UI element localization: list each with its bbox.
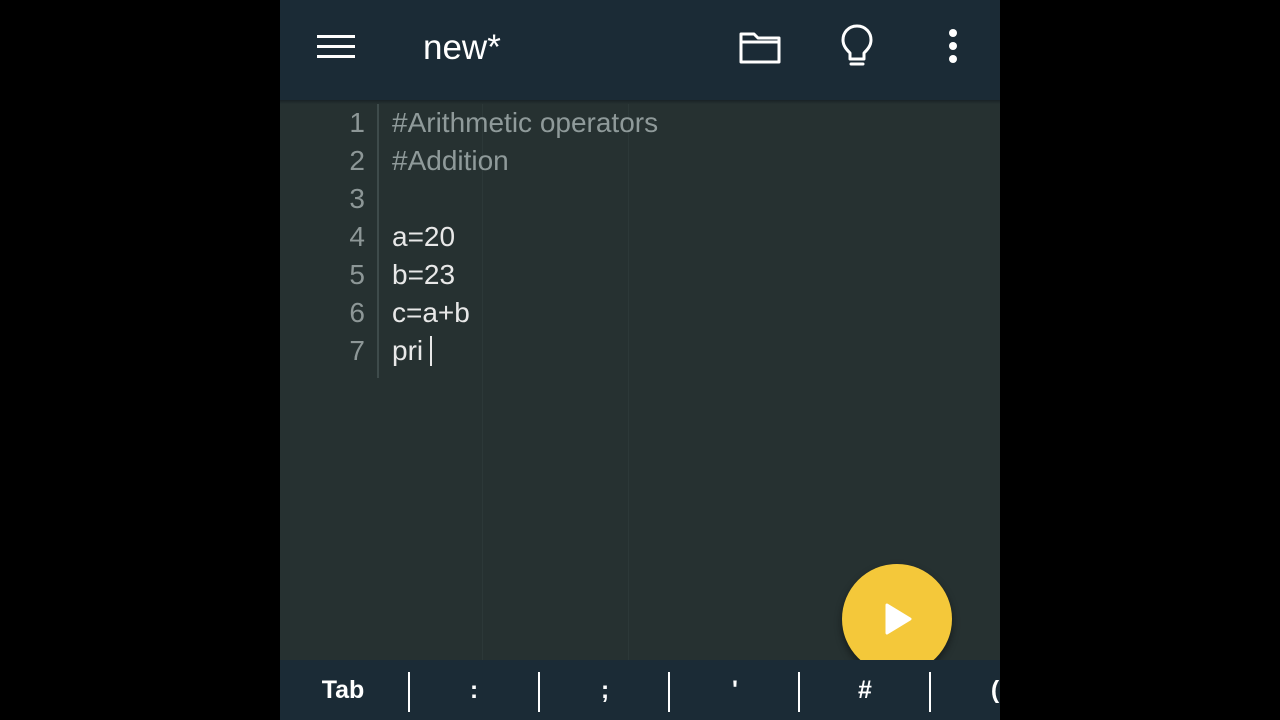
run-button[interactable]	[842, 564, 952, 674]
extra-keys-bar: Tab : ; ' # (	[280, 660, 1000, 720]
line-number: 1	[349, 107, 365, 138]
line-number: 2	[349, 145, 365, 176]
key-hash[interactable]: #	[800, 660, 930, 720]
hamburger-menu-icon[interactable]	[308, 22, 364, 72]
file-title: new*	[423, 28, 501, 67]
code-line-4[interactable]: 4 a=20	[280, 218, 1000, 256]
line-text[interactable]: #Arithmetic operators	[392, 104, 658, 142]
line-text[interactable]: pri	[392, 332, 423, 370]
line-number: 5	[349, 259, 365, 290]
code-line-1[interactable]: 1 #Arithmetic operators	[280, 104, 1000, 142]
play-icon	[885, 603, 912, 635]
line-text[interactable]: #Addition	[392, 142, 509, 180]
more-vert-icon[interactable]	[930, 18, 976, 74]
key-colon[interactable]: :	[409, 660, 539, 720]
code-line-2[interactable]: 2 #Addition	[280, 142, 1000, 180]
key-tab[interactable]: Tab	[280, 660, 408, 720]
line-number: 3	[349, 183, 365, 214]
code-line-7[interactable]: 7 pri	[280, 332, 1000, 370]
line-number: 6	[349, 297, 365, 328]
line-text[interactable]: b=23	[392, 256, 455, 294]
lightbulb-icon[interactable]	[828, 18, 886, 74]
line-text[interactable]: c=a+b	[392, 294, 470, 332]
app-bar: new*	[280, 0, 1000, 100]
code-line-3[interactable]: 3	[280, 180, 1000, 218]
key-open-paren[interactable]: (	[930, 660, 1000, 720]
phone-screen: new* 1 #Arithmetic operators 2 #Addition…	[280, 0, 1000, 720]
line-number: 4	[349, 221, 365, 252]
line-number: 7	[349, 335, 365, 366]
code-line-6[interactable]: 6 c=a+b	[280, 294, 1000, 332]
key-semicolon[interactable]: ;	[540, 660, 670, 720]
folder-icon[interactable]	[730, 22, 790, 72]
line-text[interactable]: a=20	[392, 218, 455, 256]
code-line-5[interactable]: 5 b=23	[280, 256, 1000, 294]
key-apostrophe[interactable]: '	[670, 660, 800, 720]
text-cursor	[430, 336, 432, 366]
